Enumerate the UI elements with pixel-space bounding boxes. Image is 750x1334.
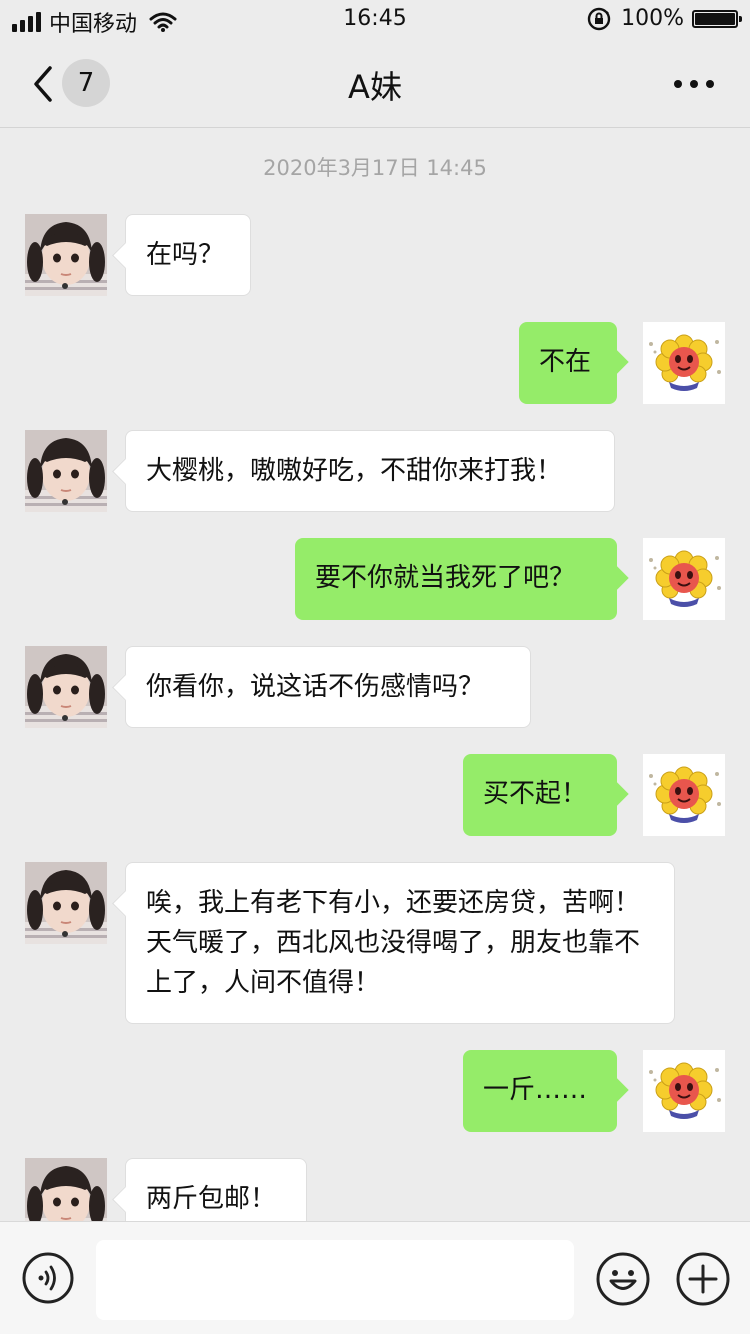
nav-bar: 7 A妹 <box>0 40 750 128</box>
message-text: 你看你，说这话不伤感情吗？ <box>146 672 485 702</box>
rotation-lock-icon <box>587 7 611 30</box>
message-text: 不在 <box>539 347 592 377</box>
message-text: 要不你就当我死了吧？ <box>315 563 576 593</box>
message-text: 大樱桃，嗷嗷好吃，不甜你来打我！ <box>146 456 563 486</box>
contact-avatar[interactable] <box>25 214 107 296</box>
received-message-bubble[interactable]: 两斤包邮！ <box>125 1158 307 1221</box>
input-bar <box>0 1221 750 1334</box>
battery-percent: 100% <box>621 6 684 31</box>
message-text: 唉，我上有老下有小，还要还房贷，苦啊！天气暖了，西北风也没得喝了，朋友也靠不上了… <box>146 888 641 998</box>
contact-avatar[interactable] <box>25 430 107 512</box>
contact-avatar[interactable] <box>25 646 107 728</box>
emoji-icon[interactable] <box>596 1252 650 1306</box>
message-input[interactable] <box>96 1240 574 1320</box>
received-message-bubble[interactable]: 你看你，说这话不伤感情吗？ <box>125 646 531 728</box>
chat-area[interactable]: 2020年3月17日 14:45 在吗？ 不在 大樱桃，嗷嗷好吃，不甜你来打我！… <box>0 129 750 1221</box>
received-message-bubble[interactable]: 大樱桃，嗷嗷好吃，不甜你来打我！ <box>125 430 615 512</box>
add-attachment-icon[interactable] <box>676 1252 730 1306</box>
contact-avatar[interactable] <box>25 862 107 944</box>
sent-message-bubble[interactable]: 一斤…… <box>463 1050 617 1132</box>
my-avatar[interactable] <box>643 322 725 404</box>
my-avatar[interactable] <box>643 1050 725 1132</box>
sent-message-bubble[interactable]: 买不起！ <box>463 754 617 836</box>
received-message-bubble[interactable]: 唉，我上有老下有小，还要还房贷，苦啊！天气暖了，西北风也没得喝了，朋友也靠不上了… <box>125 862 675 1024</box>
status-bar: 中国移动 16:45 100% <box>0 0 750 40</box>
message-text: 买不起！ <box>483 779 588 809</box>
message-text: 在吗？ <box>146 240 225 270</box>
message-timestamp: 2020年3月17日 14:45 <box>263 156 487 180</box>
more-options-icon[interactable] <box>674 80 714 88</box>
sent-message-bubble[interactable]: 不在 <box>519 322 617 404</box>
chat-title: A妹 <box>348 68 402 106</box>
my-avatar[interactable] <box>643 754 725 836</box>
sent-message-bubble[interactable]: 要不你就当我死了吧？ <box>295 538 617 620</box>
battery-icon <box>692 9 742 28</box>
message-text: 一斤…… <box>483 1075 588 1105</box>
my-avatar[interactable] <box>643 538 725 620</box>
contact-avatar[interactable] <box>25 1158 107 1221</box>
received-message-bubble[interactable]: 在吗？ <box>125 214 251 296</box>
status-right: 100% <box>587 6 742 31</box>
message-text: 两斤包邮！ <box>146 1184 277 1214</box>
voice-input-icon[interactable] <box>22 1252 74 1304</box>
